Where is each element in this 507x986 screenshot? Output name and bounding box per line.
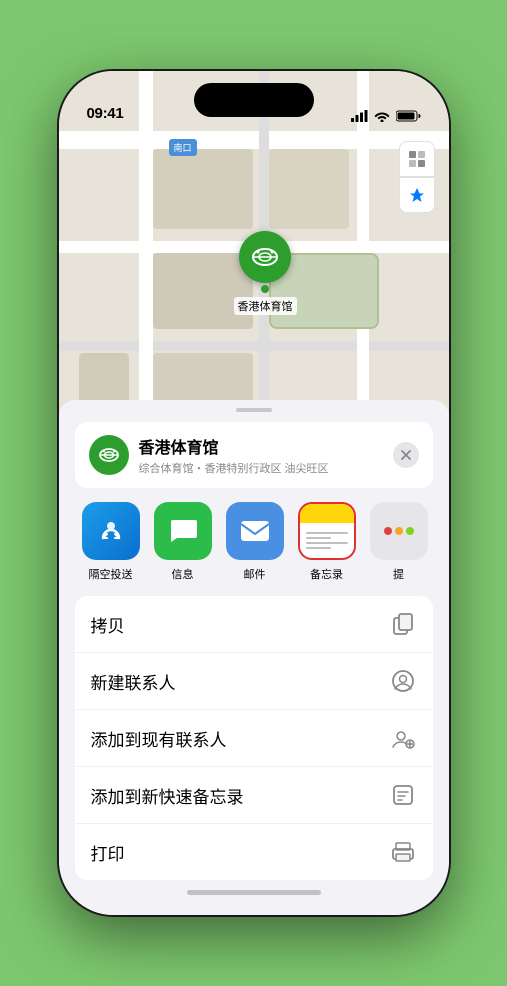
more-icon-wrap [370,502,428,560]
more-label: 提 [393,566,404,582]
location-card: 香港体育馆 综合体育馆・香港特别行政区 油尖旺区 [75,422,433,488]
mail-icon-wrap [226,502,284,560]
notes-label: 备忘录 [310,566,343,582]
menu-item-print[interactable]: 打印 [75,824,433,880]
dot-orange [395,527,403,535]
add-contact-icon [389,724,417,752]
menu-item-add-existing-contact[interactable]: 添加到现有联系人 [75,710,433,767]
notes-line-4 [306,547,331,549]
location-text: 香港体育馆 综合体育馆・香港特别行政区 油尖旺区 [139,434,383,476]
mail-label: 邮件 [244,566,266,582]
message-label: 信息 [172,566,194,582]
notes-icon-wrap [298,502,356,560]
menu-item-quick-note-label: 添加到新快速备忘录 [91,783,244,808]
share-item-message[interactable]: 信息 [147,502,219,582]
location-button[interactable] [399,177,435,213]
notes-header [300,504,354,523]
menu-item-add-existing-label: 添加到现有联系人 [91,726,227,751]
pin-label: 香港体育馆 [234,297,297,315]
signal-icon [351,110,368,122]
notes-inner [300,504,354,558]
notes-lines [300,523,354,558]
menu-list: 拷贝 新建联系人 [75,596,433,880]
map-south-exit-label: 南口 [169,139,197,156]
dot-red [384,527,392,535]
menu-item-print-label: 打印 [91,840,125,865]
share-item-mail[interactable]: 邮件 [219,502,291,582]
wifi-icon [374,110,390,122]
dot-green [406,527,414,535]
menu-item-copy[interactable]: 拷贝 [75,596,433,653]
share-item-airdrop[interactable]: 隔空投送 [75,502,147,582]
phone-frame: 09:41 [59,71,449,915]
pin-dot [261,285,269,293]
airdrop-label: 隔空投送 [89,566,133,582]
new-contact-icon [389,667,417,695]
notes-line-3 [306,542,348,544]
home-indicator [187,890,321,895]
location-venue-icon [89,435,129,475]
map-controls [399,141,435,213]
stadium-pin: 香港体育馆 [234,231,297,315]
location-name: 香港体育馆 [139,434,383,458]
menu-item-new-contact[interactable]: 新建联系人 [75,653,433,710]
share-row: 隔空投送 信息 [59,488,449,582]
more-dots [384,527,414,535]
notes-line-2 [306,537,331,539]
airdrop-icon-wrap [82,502,140,560]
sheet-handle [236,408,272,412]
share-item-notes[interactable]: 备忘录 [291,502,363,582]
battery-icon [396,110,421,122]
dynamic-island [194,83,314,117]
status-time: 09:41 [87,105,124,122]
copy-icon [389,610,417,638]
menu-item-new-contact-label: 新建联系人 [91,669,176,694]
quick-note-icon [389,781,417,809]
phone-screen: 09:41 [59,71,449,915]
message-icon-wrap [154,502,212,560]
notes-line-1 [306,532,348,534]
map-type-button[interactable] [399,141,435,177]
menu-item-quick-note[interactable]: 添加到新快速备忘录 [75,767,433,824]
close-button[interactable] [393,442,419,468]
bottom-sheet: 香港体育馆 综合体育馆・香港特别行政区 油尖旺区 [59,400,449,915]
print-icon [389,838,417,866]
pin-circle [239,231,291,283]
share-item-more[interactable]: 提 [363,502,435,582]
menu-item-copy-label: 拷贝 [91,612,125,637]
location-subtitle: 综合体育馆・香港特别行政区 油尖旺区 [139,460,383,476]
status-icons [351,110,421,122]
